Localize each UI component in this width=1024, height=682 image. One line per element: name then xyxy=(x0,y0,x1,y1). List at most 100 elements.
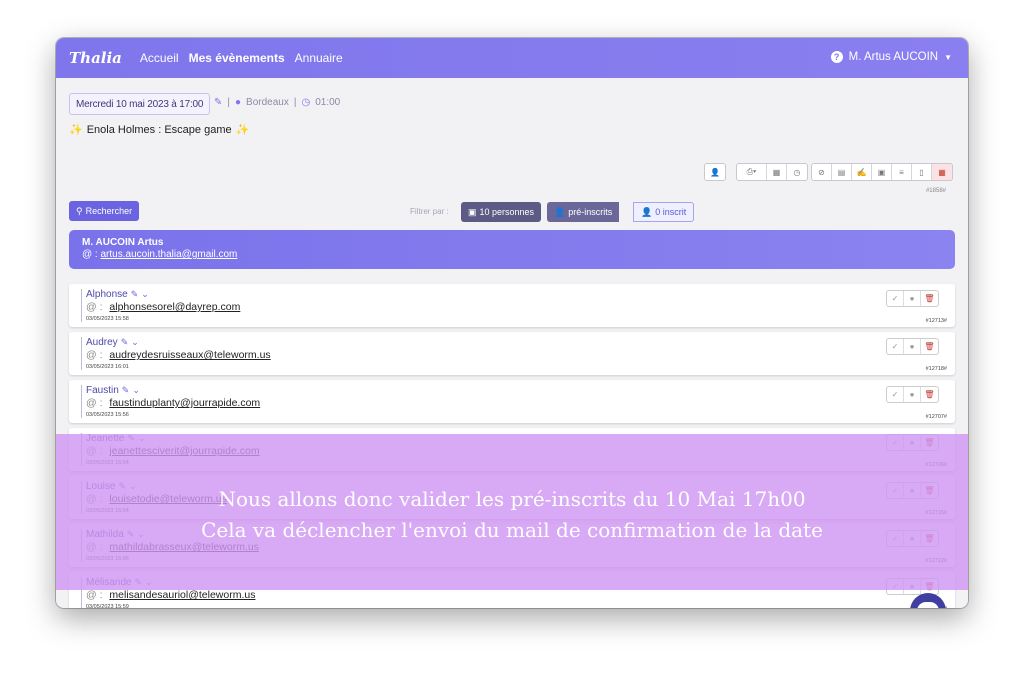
at-icon: @ : xyxy=(86,397,103,409)
filter-inscrits-label: 0 inscrit xyxy=(655,207,687,217)
calendar-icon[interactable]: ▦ xyxy=(767,164,787,180)
participant-email-row: @ : faustinduplanty@jourrapide.com xyxy=(86,397,260,409)
check-icon[interactable]: ✓ xyxy=(887,291,904,306)
comment-icon[interactable]: ● xyxy=(904,291,921,306)
chevron-down-icon[interactable]: ⌄ xyxy=(141,289,149,300)
user-check-icon: 👤 xyxy=(641,206,653,217)
add-person-toolbar: 👤 xyxy=(704,163,726,181)
participant-actions: ✓ ● 🗑 xyxy=(886,290,939,307)
participant-name[interactable]: Alphonse xyxy=(86,289,128,300)
user-name: M. Artus AUCOIN xyxy=(848,51,939,63)
trash-icon[interactable]: 🗑 xyxy=(921,387,938,402)
sign-document-icon[interactable]: ✍ xyxy=(852,164,872,180)
export-toolbar: ⎙▾ ▦ ◷ xyxy=(736,163,808,181)
chat-icon: ··· xyxy=(917,602,939,608)
participant-email[interactable]: melisandesauriol@teleworm.us xyxy=(109,589,255,601)
edit-icon[interactable]: ✎ xyxy=(122,385,130,396)
main-content: Mercredi 10 mai 2023 à 17:00 ✎ | ● Borde… xyxy=(56,78,968,608)
comment-icon[interactable]: ● xyxy=(904,339,921,354)
caption-line-1: Nous allons donc valider les pré-inscrit… xyxy=(218,487,806,511)
participant-email[interactable]: faustinduplanty@jourrapide.com xyxy=(109,397,260,409)
participant-info: Audrey ✎ ⌄ @ : audreydesruisseaux@telewo… xyxy=(81,337,271,370)
search-button[interactable]: ⚲ Rechercher xyxy=(69,201,140,221)
participant-info: Alphonse ✎ ⌄ @ : alphonsesorel@dayrep.co… xyxy=(81,289,240,322)
nav-link-accueil[interactable]: Accueil xyxy=(140,51,179,65)
participant-email-row: @ : audreydesruisseaux@teleworm.us xyxy=(86,349,271,361)
sparkle-icon: ✨ xyxy=(69,124,83,136)
file-icon[interactable]: ▯ xyxy=(912,164,932,180)
at-icon: @ : xyxy=(86,301,103,313)
brand-logo[interactable]: Thalia xyxy=(69,49,122,67)
edit-icon[interactable]: ✎ xyxy=(131,289,139,300)
participant-actions: ✓ ● 🗑 xyxy=(886,386,939,403)
event-title: ✨ Enola Holmes : Escape game ✨ xyxy=(69,123,250,137)
timer-icon: ◷ xyxy=(301,97,311,108)
edit-icon[interactable]: ✎ xyxy=(214,97,222,108)
event-duration: 01:00 xyxy=(315,97,341,108)
map-pin-icon: ● xyxy=(235,97,242,108)
app-window: Thalia Accueil Mes évènements Annuaire ?… xyxy=(56,38,968,608)
at-icon: @ : xyxy=(86,589,103,601)
participant-email-row: @ : melisandesauriol@teleworm.us xyxy=(86,589,255,601)
event-meta: ✎ | ● Bordeaux | ◷ 01:00 xyxy=(214,97,341,108)
search-icon: ⚲ xyxy=(76,205,83,216)
document-icon[interactable]: ▤ xyxy=(832,164,852,180)
organizer-name: M. AUCOIN Artus xyxy=(82,237,164,248)
event-id: #1858# xyxy=(925,188,946,194)
filter-label: Filtrer par : xyxy=(410,207,449,216)
comment-icon[interactable]: ● xyxy=(904,387,921,402)
participant-name-row: Faustin ✎ ⌄ xyxy=(86,385,260,396)
participant-date: 03/05/2023 15:59 xyxy=(86,604,129,608)
hide-icon[interactable]: ⊘ xyxy=(812,164,832,180)
sparkle-icon: ✨ xyxy=(235,124,250,136)
trash-icon[interactable]: 🗑 xyxy=(921,291,938,306)
at-icon: @ : xyxy=(86,349,103,361)
trash-icon[interactable]: 🗑 xyxy=(921,339,938,354)
participant-id: #12713# xyxy=(925,318,947,324)
participant-card: Audrey ✎ ⌄ @ : audreydesruisseaux@telewo… xyxy=(69,332,955,375)
participant-card: Faustin ✎ ⌄ @ : faustinduplanty@jourrapi… xyxy=(69,380,955,423)
chevron-down-icon[interactable]: ⌄ xyxy=(131,337,139,348)
check-icon[interactable]: ✓ xyxy=(887,339,904,354)
nav-link-annuaire[interactable]: Annuaire xyxy=(295,51,343,65)
clipboard-icon[interactable]: ▣ xyxy=(872,164,892,180)
help-icon[interactable]: ? xyxy=(830,51,843,63)
participant-date: 03/05/2023 15:58 xyxy=(86,316,129,322)
participant-email[interactable]: audreydesruisseaux@teleworm.us xyxy=(109,349,270,361)
add-person-icon[interactable]: 👤 xyxy=(705,164,725,180)
participant-name[interactable]: Faustin xyxy=(86,385,119,396)
actions-toolbar: ⊘ ▤ ✍ ▣ ≡ ▯ ▦ xyxy=(811,163,953,181)
edit-icon[interactable]: ✎ xyxy=(121,337,129,348)
participant-name-row: Alphonse ✎ ⌄ xyxy=(86,289,240,300)
list-users-icon[interactable]: ≡ xyxy=(892,164,912,180)
chevron-down-icon[interactable]: ⌄ xyxy=(132,385,140,396)
organizer-banner: M. AUCOIN Artus @ : artus.aucoin.thalia@… xyxy=(69,230,955,269)
participant-email-row: @ : alphonsesorel@dayrep.com xyxy=(86,301,240,313)
participant-email[interactable]: alphonsesorel@dayrep.com xyxy=(109,301,240,313)
participant-name-row: Audrey ✎ ⌄ xyxy=(86,337,271,348)
filter-all-button[interactable]: ▣ 10 personnes xyxy=(461,202,542,222)
filter-inscrits-button[interactable]: 👤 0 inscrit xyxy=(633,202,695,222)
organizer-email-prefix: @ : xyxy=(82,249,98,260)
organizer-email[interactable]: artus.aucoin.thalia@gmail.com xyxy=(101,249,238,260)
participant-card: Alphonse ✎ ⌄ @ : alphonsesorel@dayrep.co… xyxy=(69,284,955,327)
user-menu[interactable]: ? M. Artus AUCOIN ▼ xyxy=(830,51,952,63)
event-location: Bordeaux xyxy=(246,97,289,108)
participant-info: Faustin ✎ ⌄ @ : faustinduplanty@jourrapi… xyxy=(81,385,260,418)
caption-line-2: Cela va déclencher l'envoi du mail de co… xyxy=(201,518,823,542)
users-clock-icon: 👤 xyxy=(554,206,566,217)
filter-preinscrits-label: pré-inscrits xyxy=(568,207,613,217)
delete-calendar-icon[interactable]: ▦ xyxy=(932,164,952,180)
filter-preinscrits-button[interactable]: 👤 pré-inscrits xyxy=(547,202,620,222)
filter-all-label: 10 personnes xyxy=(479,207,535,217)
check-icon[interactable]: ✓ xyxy=(887,387,904,402)
clock-icon[interactable]: ◷ xyxy=(787,164,807,180)
print-dropdown-icon[interactable]: ⎙▾ xyxy=(737,164,767,180)
chevron-down-icon: ▼ xyxy=(944,52,952,62)
nav-link-mes-evenements[interactable]: Mes évènements xyxy=(189,51,285,65)
participant-actions: ✓ ● 🗑 xyxy=(886,338,939,355)
participant-name[interactable]: Audrey xyxy=(86,337,118,348)
caption-text: Nous allons donc valider les pré-inscrit… xyxy=(56,484,968,546)
top-navbar: Thalia Accueil Mes évènements Annuaire ?… xyxy=(56,38,968,78)
event-title-label: Enola Holmes : Escape game xyxy=(86,123,232,136)
